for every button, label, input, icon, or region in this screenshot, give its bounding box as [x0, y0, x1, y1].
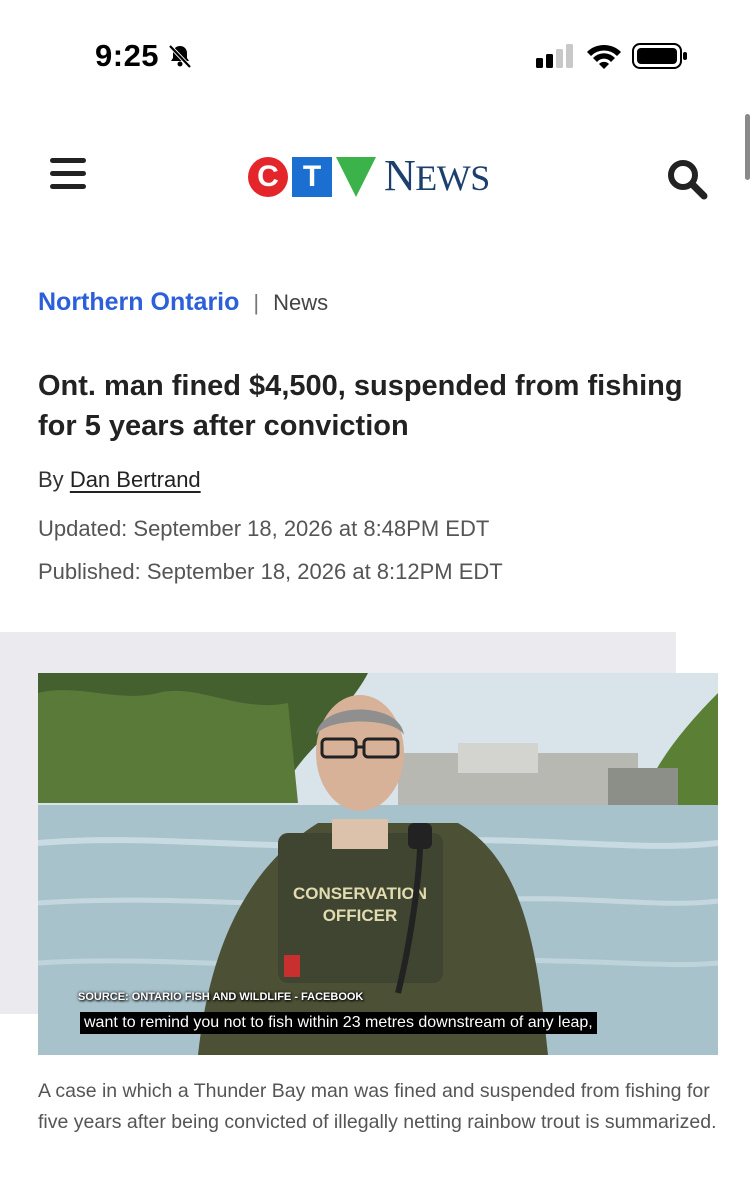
logo-wordmark: NEWS — [384, 151, 490, 200]
search-icon[interactable] — [665, 158, 711, 200]
logo-letter-v — [336, 157, 376, 197]
updated-timestamp: Updated: September 18, 2026 at 8:48PM ED… — [38, 516, 490, 541]
menu-icon-bar — [50, 184, 86, 189]
breadcrumb: Northern Ontario | News — [38, 288, 328, 317]
video-source-label: SOURCE: ONTARIO FISH AND WILDLIFE - FACE… — [78, 991, 364, 1003]
author-link[interactable]: Dan Bertrand — [70, 467, 201, 492]
logo-letter-t: T — [292, 157, 332, 197]
article-headline: Ont. man fined $4,500, suspended from fi… — [38, 370, 683, 442]
published-timestamp: Published: September 18, 2026 at 8:12PM … — [38, 559, 503, 584]
signal-icon — [536, 44, 573, 68]
status-time: 9:25 — [95, 38, 160, 73]
vest-text-line-1: CONSERVATION — [293, 884, 427, 903]
logo-letter-c: C — [248, 157, 288, 197]
ctv-news-logo[interactable]: C T NEWS — [248, 151, 490, 200]
status-bar: 9:25 — [0, 0, 756, 100]
media-caption: A case in which a Thunder Bay man was fi… — [38, 1080, 717, 1133]
breadcrumb-separator: | — [253, 289, 260, 315]
video-player[interactable]: CONSERVATION OFFICER SOURCE: ONTARIO FIS… — [38, 673, 718, 1055]
wifi-icon — [587, 44, 621, 69]
bell-slash-icon — [168, 44, 192, 69]
site-header: C T NEWS — [0, 140, 756, 220]
menu-button[interactable] — [50, 158, 88, 192]
battery-icon — [632, 43, 687, 69]
video-subtitle: want to remind you not to fish within 23… — [80, 1012, 597, 1034]
byline-prefix: By — [38, 467, 64, 492]
breadcrumb-section-link[interactable]: Northern Ontario — [38, 288, 239, 317]
menu-icon-bar — [50, 158, 86, 163]
menu-icon-bar — [50, 171, 86, 176]
breadcrumb-subsection: News — [273, 289, 329, 315]
vest-text-line-2: OFFICER — [323, 906, 398, 925]
byline: By Dan Bertrand — [38, 467, 201, 493]
